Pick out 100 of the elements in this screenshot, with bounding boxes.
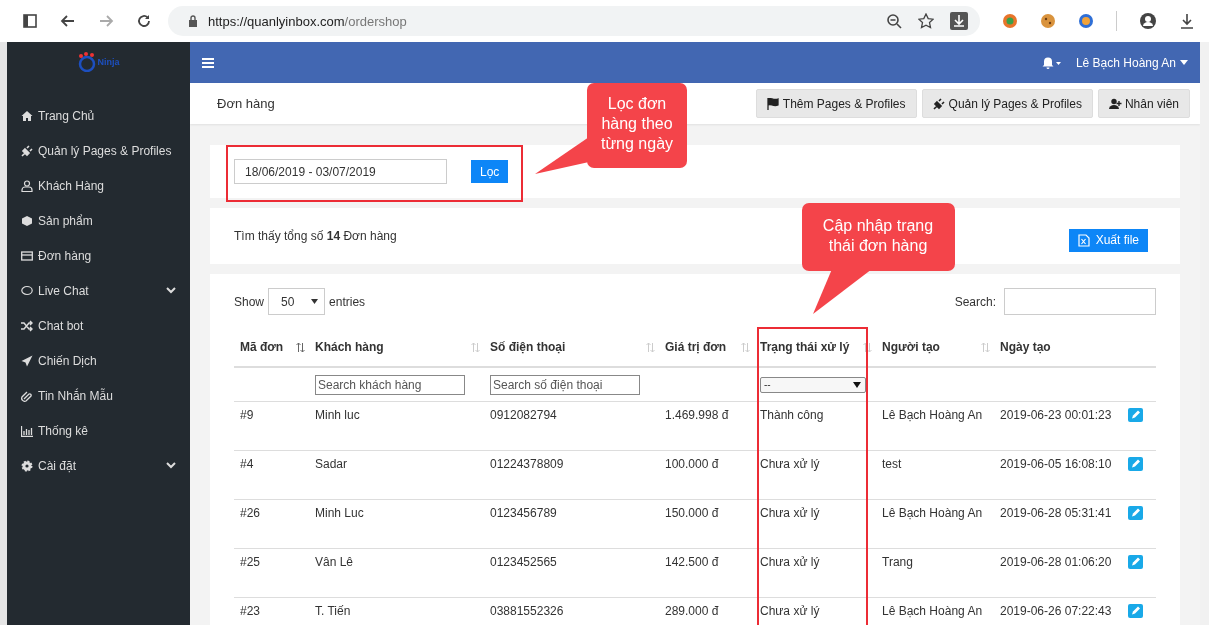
zoom-out-icon[interactable] <box>886 13 902 29</box>
table-cell-text: test <box>881 456 903 471</box>
extension-icon[interactable] <box>1002 13 1018 29</box>
column-header[interactable]: Khách hàng <box>315 340 384 354</box>
table-cell-text: Chưa xử lý <box>759 505 821 520</box>
table-cell-text: #26 <box>239 505 262 520</box>
reload-icon[interactable] <box>136 13 152 29</box>
back-icon[interactable] <box>60 13 76 29</box>
column-search-field[interactable]: Search khách hàng <box>315 374 465 395</box>
status-filter-select[interactable]: -- <box>760 376 866 393</box>
callout-text: Cập nhập trạng thái đơn hàng <box>821 216 935 256</box>
sidebar-item[interactable]: Chiến Dịch <box>7 343 190 378</box>
sidebar-item[interactable]: Khách Hàng <box>7 168 190 203</box>
table-cell-text: 0912082794 <box>489 407 558 422</box>
edit-icon[interactable] <box>1128 604 1143 618</box>
edit-icon[interactable] <box>1128 506 1143 520</box>
table-cell-text: Lê Bạch Hoàng An <box>881 407 984 422</box>
table-cell-text: #4 <box>239 456 255 471</box>
table-cell-text: Chưa xử lý <box>759 456 821 471</box>
table-cell-text: 2019-06-05 16:08:10 <box>999 456 1113 471</box>
header-button[interactable]: Thêm Pages & Profiles <box>755 89 917 118</box>
settings-icon <box>21 459 33 472</box>
menu-icon[interactable] <box>202 57 214 68</box>
entries-label: entries <box>329 294 366 309</box>
table-cell-text: Minh luc <box>314 407 361 422</box>
callout-text: Lọc đơn hàng theo từng ngày <box>599 94 675 154</box>
column-header[interactable]: Số điện thoại <box>490 340 566 354</box>
header-button[interactable]: Quản lý Pages & Profiles <box>921 89 1093 118</box>
table-cell-text: Trang <box>881 554 914 569</box>
caret-icon <box>853 381 861 388</box>
user-icon <box>21 179 33 192</box>
scrollbar[interactable] <box>1200 42 1209 625</box>
card-icon <box>21 249 33 262</box>
sidebar-item[interactable]: Thống kê <box>7 413 190 448</box>
table-cell-text: #25 <box>239 554 262 569</box>
page-title: Đơn hàng <box>217 96 275 111</box>
shuffle-icon <box>21 319 33 332</box>
sidebar-item[interactable]: Sản phẩm <box>7 203 190 238</box>
table-cell-text: 0123452565 <box>489 554 558 569</box>
download-icon[interactable] <box>950 12 968 30</box>
sidebar-item[interactable]: Quản lý Pages & Profiles <box>7 133 190 168</box>
table-cell-text: 0123456789 <box>489 505 558 520</box>
column-search-field[interactable]: Search số điện thoại <box>490 374 640 395</box>
table-cell-text: 2019-06-23 00:01:23 <box>999 407 1113 422</box>
star-icon[interactable] <box>918 13 934 29</box>
chart-icon <box>21 424 33 437</box>
search-label: Search: <box>954 294 996 309</box>
column-header[interactable]: Giá trị đơn <box>665 340 727 354</box>
table-cell-text: 142.500 đ <box>664 554 720 569</box>
add-user-icon <box>1108 97 1122 110</box>
address-bar[interactable]: https://quanlyinbox.com/ordershop <box>168 6 980 36</box>
forward-icon[interactable] <box>98 13 114 29</box>
column-header[interactable]: Trạng thái xử lý <box>760 340 850 354</box>
column-header[interactable]: Ngày tạo <box>1000 340 1051 354</box>
window-icon[interactable] <box>22 13 38 29</box>
table-cell-text: 2019-06-26 07:22:43 <box>999 603 1113 618</box>
sort-icon[interactable] <box>296 341 305 353</box>
filter-button[interactable]: Lọc <box>471 160 509 183</box>
sidebar-item[interactable]: Live Chat <box>7 273 190 308</box>
plug-icon <box>21 144 33 157</box>
edit-icon[interactable] <box>1128 457 1143 471</box>
user-menu[interactable]: Lê Bạch Hoàng An <box>1075 55 1188 70</box>
date-range-field[interactable]: 18/06/2019 - 03/07/2019 <box>234 159 447 184</box>
column-header[interactable]: Người tạo <box>882 340 940 354</box>
extension-icon[interactable] <box>1078 13 1094 29</box>
table-cell-text: 01224378809 <box>489 456 565 471</box>
result-count: Tìm thấy tổng số 14 Đơn hàng <box>234 229 397 243</box>
caret-icon <box>1180 60 1188 65</box>
table-cell-text: 100.000 đ <box>664 456 720 471</box>
table-cell-text: Minh Luc <box>314 505 365 520</box>
flag-icon <box>766 97 780 110</box>
table-cell-text: 1.469.998 đ <box>664 407 730 422</box>
search-field[interactable] <box>1004 288 1156 315</box>
table-cell-text: Lê Bạch Hoàng An <box>881 505 984 520</box>
sidebar-item[interactable]: Đơn hàng <box>7 238 190 273</box>
sidebar-item[interactable]: Chat bot <box>7 308 190 343</box>
home-icon <box>21 109 33 122</box>
column-header[interactable]: Mã đơn <box>240 340 284 354</box>
sidebar-item[interactable]: Cài đặt <box>7 448 190 483</box>
caret-icon <box>311 299 319 304</box>
bell-icon[interactable] <box>1041 56 1062 69</box>
sidebar-item[interactable]: Trang Chủ <box>7 98 190 133</box>
table-cell-text: Chưa xử lý <box>759 554 821 569</box>
edit-icon[interactable] <box>1128 408 1143 422</box>
table-cell-text: 150.000 đ <box>664 505 720 520</box>
cube-icon <box>21 214 33 227</box>
export-button[interactable]: Xuất file <box>1068 228 1148 252</box>
sidebar-item[interactable]: Tin Nhắn Mẫu <box>7 378 190 413</box>
table-cell-text: Vân Lê <box>314 554 355 569</box>
cookie-icon[interactable] <box>1040 13 1056 29</box>
clip-icon <box>21 389 33 402</box>
page-length-select[interactable]: 50 <box>268 288 326 315</box>
account-icon[interactable] <box>1139 12 1157 30</box>
header-button[interactable]: Nhân viên <box>1097 89 1190 118</box>
table-cell-text: Sadar <box>314 456 349 471</box>
table-cell-text: Chưa xử lý <box>759 603 821 618</box>
download-icon[interactable] <box>1179 13 1195 29</box>
table-cell-text: 2019-06-28 01:06:20 <box>999 554 1113 569</box>
edit-icon[interactable] <box>1128 555 1143 569</box>
lock-icon <box>188 15 198 27</box>
